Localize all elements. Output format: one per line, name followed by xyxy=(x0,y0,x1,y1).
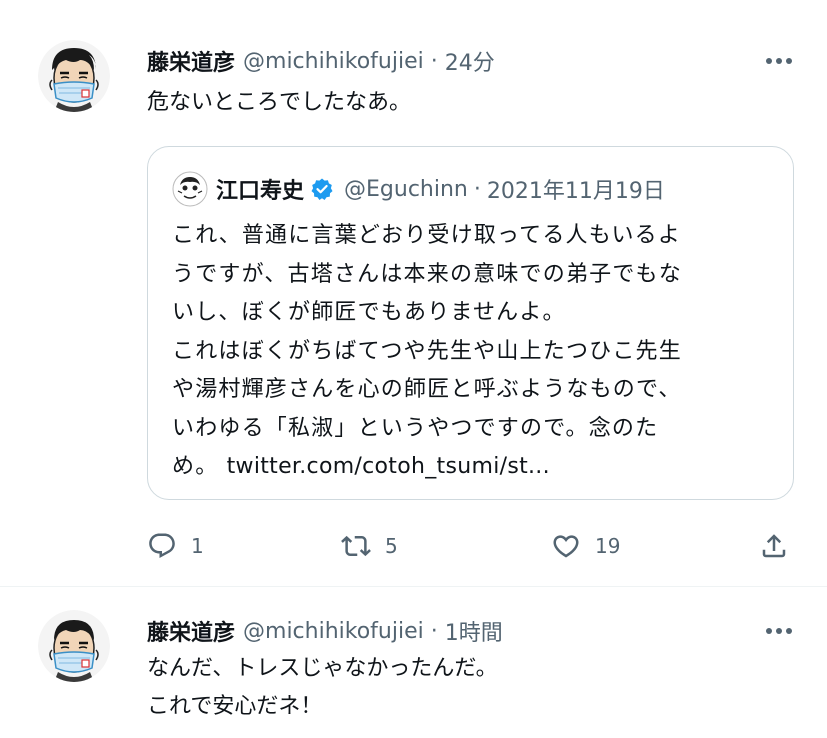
quoted-display-name: 江口寿史 xyxy=(216,179,305,204)
quoted-text-line-last: め。 twitter.com/cotoh_tsumi/st... xyxy=(172,448,682,487)
quoted-tweet-text: これ、普通に言葉どおり受け取ってる人もいるよ うですが、古塔さんは本来の意味での… xyxy=(172,217,682,487)
heart-icon xyxy=(553,535,579,558)
reply-icon xyxy=(149,533,175,559)
quoted-tweet[interactable]: 江口寿史 @Eguchinn · 2021年11月19日 これ、普通に言葉どおり… xyxy=(147,146,794,500)
separator: · xyxy=(430,48,438,74)
quoted-text-line: うですが、古塔さんは本来の意味での弟子でもな xyxy=(172,261,682,287)
tweet-text-line: なんだ、トレスじゃなかったんだ。 xyxy=(147,656,498,681)
tweet-text-line: これで安心だネ！ xyxy=(147,694,323,719)
quoted-text-line: や湯村輝彦さんを心の師匠と呼ぶようなもので、 xyxy=(172,377,682,402)
avatar[interactable] xyxy=(38,610,110,682)
tweet-text-line: 危ないところでしたなあ。 xyxy=(147,90,412,115)
quoted-tweet-header: 江口寿史 @Eguchinn · 2021年11月19日 xyxy=(172,171,665,207)
verified-badge-icon xyxy=(311,178,333,200)
tweet-header: 藤栄道彦 @michihikofujiei · 1時間 xyxy=(147,614,503,648)
timestamp[interactable]: 24分 xyxy=(445,45,495,77)
tweet-text: 危ないところでしたなあ。 xyxy=(147,84,411,122)
separator: · xyxy=(473,176,481,202)
tweet[interactable]: 藤栄道彦 @michihikofujiei · 1時間 なんだ、トレスじゃなかっ… xyxy=(0,588,827,738)
tweet-actions: 1 5 19 xyxy=(147,526,807,566)
display-name[interactable]: 藤栄道彦 xyxy=(147,615,235,647)
more-horizontal-icon xyxy=(766,628,792,634)
quoted-avatar xyxy=(172,171,208,207)
avatar-portrait-icon xyxy=(38,40,110,112)
quoted-text-line: これはぼくがちばてつや先生や山上たつひこ先生 xyxy=(172,338,682,364)
previous-tweet-edge xyxy=(0,0,827,14)
quoted-text-prefix: め。 xyxy=(172,454,219,479)
reply-button[interactable]: 1 xyxy=(147,526,204,566)
share-icon xyxy=(762,534,786,558)
tweet-header: 藤栄道彦 @michihikofujiei · 24分 xyxy=(147,44,495,78)
quoted-timestamp: 2021年11月19日 xyxy=(486,179,665,204)
retweet-icon xyxy=(341,535,371,557)
quoted-avatar-icon xyxy=(172,171,208,207)
quoted-link[interactable]: twitter.com/cotoh_tsumi/st... xyxy=(227,454,550,479)
share-button[interactable] xyxy=(759,526,789,566)
user-handle[interactable]: @michihikofujiei xyxy=(243,49,424,74)
timestamp[interactable]: 1時間 xyxy=(445,615,503,647)
separator: · xyxy=(430,618,438,644)
avatar[interactable] xyxy=(38,40,110,112)
more-button[interactable] xyxy=(761,44,797,78)
quoted-user-handle: @Eguchinn xyxy=(344,176,468,202)
quoted-text-line: いわゆる「私淑」というやつですので。念のた xyxy=(172,415,659,441)
user-handle[interactable]: @michihikofujiei xyxy=(243,619,424,644)
avatar-portrait-icon xyxy=(38,610,110,682)
reply-count: 1 xyxy=(191,534,204,558)
more-button[interactable] xyxy=(761,614,797,648)
quoted-text-line: これ、普通に言葉どおり受け取ってる人もいるよ xyxy=(172,223,682,248)
display-name[interactable]: 藤栄道彦 xyxy=(147,45,235,77)
retweet-button[interactable]: 5 xyxy=(341,526,398,566)
tweet-text: なんだ、トレスじゃなかったんだ。 これで安心だネ！ xyxy=(147,650,498,726)
like-count: 19 xyxy=(595,534,621,558)
tweet[interactable]: 藤栄道彦 @michihikofujiei · 24分 危ないところでしたなあ。 xyxy=(0,14,827,587)
quoted-text-line: いし、ぼくが師匠でもありませんよ。 xyxy=(172,300,566,325)
retweet-count: 5 xyxy=(385,534,398,558)
like-button[interactable]: 19 xyxy=(551,526,620,566)
more-horizontal-icon xyxy=(766,58,792,64)
